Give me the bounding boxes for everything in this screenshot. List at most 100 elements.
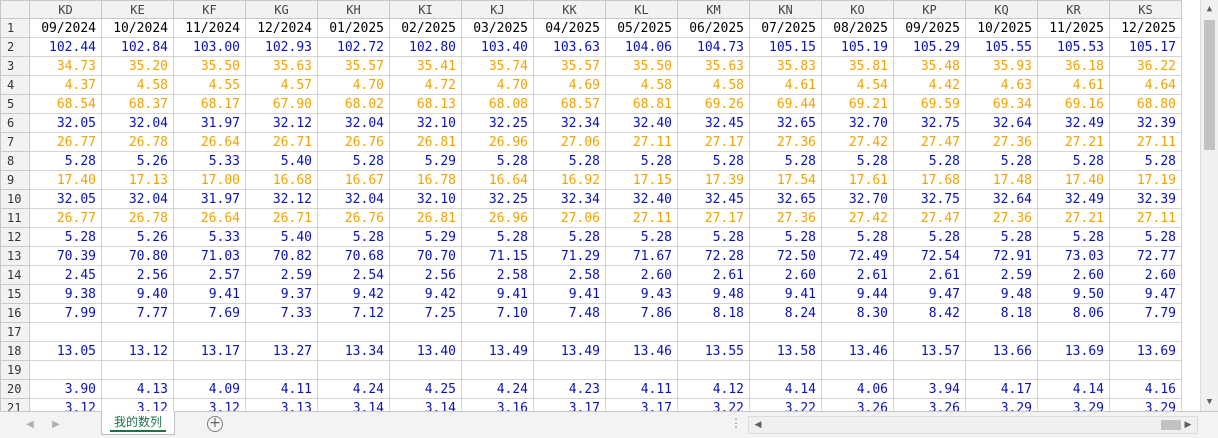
cell[interactable]: 04/2025 — [533, 18, 606, 38]
cell[interactable]: 27.42 — [821, 132, 894, 152]
cell[interactable]: 2.45 — [29, 265, 102, 285]
cell[interactable]: 103.00 — [173, 37, 246, 57]
cell[interactable]: 4.58 — [677, 75, 750, 95]
cell[interactable]: 104.73 — [677, 37, 750, 57]
row-header[interactable]: 3 — [0, 56, 30, 76]
cell[interactable]: 12/2025 — [1109, 18, 1182, 38]
cell[interactable]: 32.49 — [1037, 113, 1110, 133]
cell[interactable]: 9.44 — [821, 284, 894, 304]
cell[interactable]: 35.83 — [749, 56, 822, 76]
row-header[interactable]: 21 — [0, 398, 30, 411]
row-header[interactable]: 15 — [0, 284, 30, 304]
cell[interactable]: 4.55 — [173, 75, 246, 95]
column-header[interactable]: KH — [317, 0, 390, 19]
cell[interactable] — [605, 322, 678, 342]
cell[interactable] — [461, 322, 534, 342]
cell[interactable]: 68.02 — [317, 94, 390, 114]
column-header[interactable]: KR — [1037, 0, 1110, 19]
cell[interactable]: 4.70 — [317, 75, 390, 95]
cell[interactable]: 13.58 — [749, 341, 822, 361]
cell[interactable]: 105.55 — [965, 37, 1038, 57]
cell[interactable]: 35.81 — [821, 56, 894, 76]
cell[interactable]: 17.39 — [677, 170, 750, 190]
cell[interactable]: 26.77 — [29, 208, 102, 228]
cell[interactable]: 9.47 — [1109, 284, 1182, 304]
cell[interactable] — [29, 360, 102, 380]
cell[interactable]: 4.12 — [677, 379, 750, 399]
sheet-tab[interactable]: 我的数列 — [101, 411, 175, 435]
cell[interactable]: 70.70 — [389, 246, 462, 266]
horizontal-scrollbar[interactable]: ◀ ▶ — [748, 416, 1198, 434]
cell[interactable]: 4.13 — [101, 379, 174, 399]
column-header[interactable]: KF — [173, 0, 246, 19]
cell[interactable]: 72.50 — [749, 246, 822, 266]
cell[interactable] — [605, 360, 678, 380]
cell[interactable]: 4.14 — [749, 379, 822, 399]
scroll-left-arrow-icon[interactable]: ◀ — [750, 417, 766, 433]
cell[interactable] — [677, 360, 750, 380]
cell[interactable]: 72.49 — [821, 246, 894, 266]
row-header[interactable]: 6 — [0, 113, 30, 133]
cell[interactable]: 17.00 — [173, 170, 246, 190]
cell[interactable]: 3.16 — [461, 398, 534, 411]
cell[interactable]: 34.73 — [29, 56, 102, 76]
cell[interactable]: 5.28 — [677, 151, 750, 171]
spreadsheet-grid[interactable]: KD KE KF KG KH KI KJ KK KL KM KN KO KP KQ KR KS 1 09/202… — [0, 0, 1200, 411]
cell[interactable]: 4.23 — [533, 379, 606, 399]
cell[interactable]: 70.80 — [101, 246, 174, 266]
cell[interactable]: 5.28 — [317, 151, 390, 171]
vertical-scrollbar[interactable]: ▲ ▼ — [1200, 0, 1218, 411]
cell[interactable]: 5.28 — [461, 151, 534, 171]
cell[interactable]: 72.77 — [1109, 246, 1182, 266]
cell[interactable]: 69.59 — [893, 94, 966, 114]
cell[interactable]: 103.40 — [461, 37, 534, 57]
triangle-right-icon[interactable]: ▶ — [48, 417, 64, 433]
cell[interactable]: 5.26 — [101, 151, 174, 171]
cell[interactable]: 72.54 — [893, 246, 966, 266]
cell[interactable]: 16.67 — [317, 170, 390, 190]
cell[interactable]: 7.33 — [245, 303, 318, 323]
cell[interactable] — [749, 322, 822, 342]
cell[interactable]: 4.16 — [1109, 379, 1182, 399]
cell[interactable]: 5.28 — [461, 227, 534, 247]
cell[interactable]: 5.28 — [893, 227, 966, 247]
cell[interactable]: 32.45 — [677, 113, 750, 133]
row-header[interactable]: 19 — [0, 360, 30, 380]
cell[interactable]: 8.24 — [749, 303, 822, 323]
cell[interactable]: 73.03 — [1037, 246, 1110, 266]
cell[interactable]: 68.37 — [101, 94, 174, 114]
cell[interactable] — [245, 360, 318, 380]
cell[interactable] — [173, 360, 246, 380]
cell[interactable]: 35.93 — [965, 56, 1038, 76]
cell[interactable] — [533, 322, 606, 342]
cell[interactable]: 2.60 — [1037, 265, 1110, 285]
cell[interactable]: 16.92 — [533, 170, 606, 190]
cell[interactable]: 105.53 — [1037, 37, 1110, 57]
cell[interactable]: 13.46 — [605, 341, 678, 361]
scroll-up-arrow-icon[interactable]: ▲ — [1201, 1, 1218, 17]
cell[interactable]: 68.13 — [389, 94, 462, 114]
cell[interactable]: 32.39 — [1109, 113, 1182, 133]
cell[interactable]: 13.46 — [821, 341, 894, 361]
cell[interactable]: 5.26 — [101, 227, 174, 247]
cell[interactable]: 69.44 — [749, 94, 822, 114]
cell[interactable]: 3.14 — [317, 398, 390, 411]
cell[interactable]: 26.78 — [101, 208, 174, 228]
cell[interactable] — [965, 360, 1038, 380]
cell[interactable]: 72.28 — [677, 246, 750, 266]
cell[interactable]: 9.40 — [101, 284, 174, 304]
cell[interactable]: 7.69 — [173, 303, 246, 323]
cell[interactable]: 4.54 — [821, 75, 894, 95]
cell[interactable]: 5.28 — [677, 227, 750, 247]
cell[interactable]: 13.55 — [677, 341, 750, 361]
cell[interactable]: 08/2025 — [821, 18, 894, 38]
cell[interactable]: 3.94 — [893, 379, 966, 399]
column-header[interactable]: KQ — [965, 0, 1038, 19]
cell[interactable]: 16.68 — [245, 170, 318, 190]
cell[interactable]: 5.28 — [317, 227, 390, 247]
cell[interactable]: 2.60 — [605, 265, 678, 285]
cell[interactable]: 5.33 — [173, 151, 246, 171]
cell[interactable]: 9.42 — [389, 284, 462, 304]
cell[interactable]: 27.36 — [965, 132, 1038, 152]
row-header[interactable]: 20 — [0, 379, 30, 399]
